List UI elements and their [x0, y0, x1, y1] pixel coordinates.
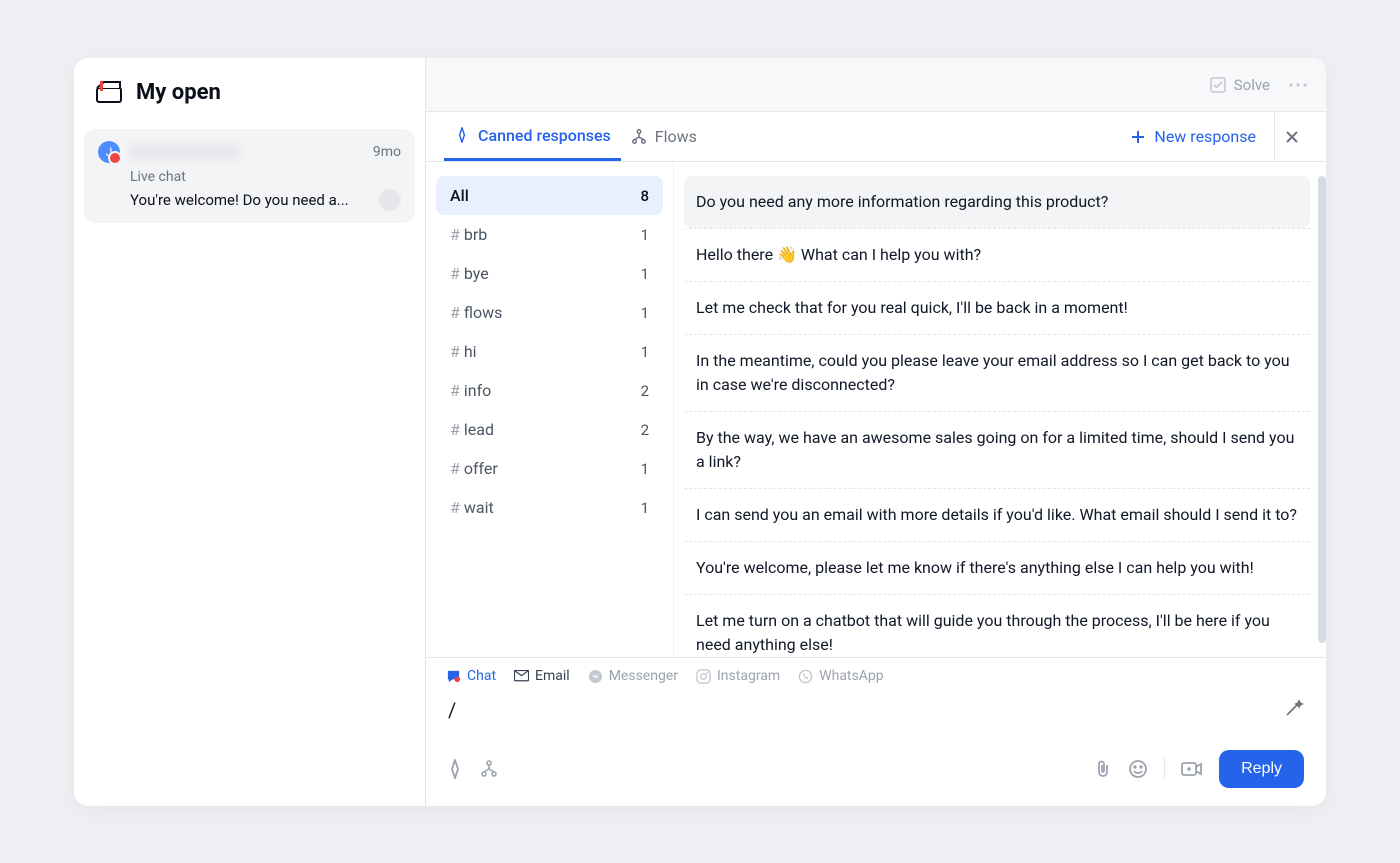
divider	[1164, 758, 1165, 780]
quick-response-icon[interactable]	[448, 759, 462, 779]
new-response-button[interactable]: New response	[1118, 112, 1268, 161]
ai-magic-icon[interactable]	[1284, 698, 1304, 718]
contact-name-blurred	[130, 145, 240, 159]
close-panel-button[interactable]	[1274, 112, 1308, 161]
whatsapp-icon	[798, 669, 813, 684]
response-item[interactable]: By the way, we have an awesome sales goi…	[684, 411, 1310, 488]
conversation-header: J 9mo	[98, 141, 401, 163]
reply-bar: Chat Email Messenger Instagram WhatsApp …	[426, 657, 1326, 806]
category-flows[interactable]: #flows1	[436, 293, 663, 332]
category-hi[interactable]: #hi1	[436, 332, 663, 371]
tab-flows[interactable]: Flows	[621, 112, 707, 161]
chat-icon	[446, 669, 461, 684]
response-item[interactable]: In the meantime, could you please leave …	[684, 334, 1310, 411]
conversation-time: 9mo	[373, 144, 401, 160]
response-item[interactable]: Let me turn on a chatbot that will guide…	[684, 594, 1310, 657]
channel-tabs: Chat Email Messenger Instagram WhatsApp	[426, 658, 1326, 688]
composer-actions: Reply	[426, 738, 1326, 806]
response-tabs: Canned responses Flows New response	[426, 112, 1326, 162]
email-icon	[514, 669, 529, 684]
agent-avatar	[379, 189, 401, 211]
mailbox-icon	[96, 81, 122, 105]
sidebar-header: My open	[74, 58, 425, 119]
channel-chat[interactable]: Chat	[446, 668, 496, 684]
message-input[interactable]: /	[448, 698, 1304, 734]
canned-panel: All8#brb1#bye1#flows1#hi1#info2#lead2#of…	[426, 162, 1326, 657]
response-list-wrap: Do you need any more information regardi…	[674, 162, 1326, 657]
reply-button[interactable]: Reply	[1219, 750, 1304, 788]
channel-instagram[interactable]: Instagram	[696, 668, 780, 684]
scrollbar[interactable]	[1318, 176, 1326, 643]
category-wait[interactable]: #wait1	[436, 488, 663, 527]
emoji-icon[interactable]	[1128, 759, 1148, 779]
tab-canned-responses[interactable]: Canned responses	[444, 112, 621, 161]
conversation-preview: You're welcome! Do you need a...	[98, 189, 401, 211]
flows-icon[interactable]	[480, 760, 498, 778]
category-bye[interactable]: #bye1	[436, 254, 663, 293]
conversation-card[interactable]: J 9mo Live chat You're welcome! Do you n…	[84, 129, 415, 223]
response-item[interactable]: You're welcome, please let me know if th…	[684, 541, 1310, 594]
sidebar-title: My open	[136, 80, 221, 105]
attachment-icon[interactable]	[1094, 759, 1112, 779]
response-item[interactable]: I can send you an email with more detail…	[684, 488, 1310, 541]
instagram-icon	[696, 669, 711, 684]
category-offer[interactable]: #offer1	[436, 449, 663, 488]
category-lead[interactable]: #lead2	[436, 410, 663, 449]
channel-messenger[interactable]: Messenger	[588, 668, 678, 684]
messenger-icon	[588, 669, 603, 684]
main-panel: Solve Canned responses Flows New respons…	[426, 58, 1326, 806]
contact-avatar: J	[98, 141, 120, 163]
category-info[interactable]: #info2	[436, 371, 663, 410]
composer: /	[426, 688, 1326, 738]
category-list: All8#brb1#bye1#flows1#hi1#info2#lead2#of…	[426, 162, 674, 657]
response-item[interactable]: Hello there 👋 What can I help you with?	[684, 228, 1310, 281]
conversation-channel: Live chat	[98, 169, 401, 185]
channel-email[interactable]: Email	[514, 668, 570, 684]
category-brb[interactable]: #brb1	[436, 215, 663, 254]
app-shell: My open J 9mo Live chat You're welcome! …	[74, 58, 1326, 806]
inbox-sidebar: My open J 9mo Live chat You're welcome! …	[74, 58, 426, 806]
response-item[interactable]: Do you need any more information regardi…	[684, 176, 1310, 228]
channel-whatsapp[interactable]: WhatsApp	[798, 668, 883, 684]
more-icon[interactable]	[1288, 82, 1308, 88]
conversation-topbar: Solve	[426, 58, 1326, 112]
category-all[interactable]: All8	[436, 176, 663, 215]
response-item[interactable]: Let me check that for you real quick, I'…	[684, 281, 1310, 334]
solve-button[interactable]: Solve	[1210, 76, 1270, 94]
video-add-icon[interactable]	[1181, 760, 1203, 778]
response-list: Do you need any more information regardi…	[684, 176, 1310, 657]
